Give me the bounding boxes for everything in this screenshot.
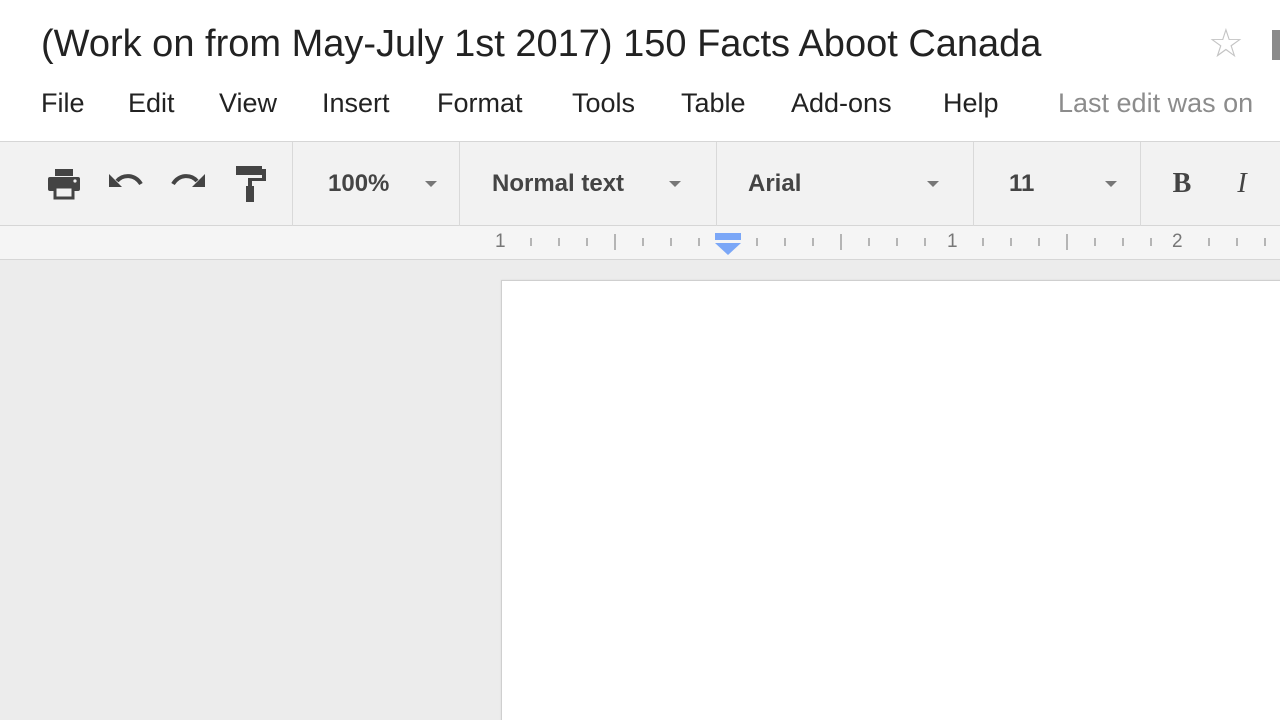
ruler-label: 2 [1172,231,1183,252]
ruler-tick [698,238,700,246]
italic-button[interactable]: I [1224,164,1260,204]
menu-table[interactable]: Table [681,84,746,122]
font-size-dropdown[interactable]: 11 [1009,164,1121,204]
toolbar-separator [459,142,460,226]
ruler-tick [1094,238,1096,246]
ruler-tick [840,234,842,250]
docs-app: (Work on from May-July 1st 2017) 150 Fac… [0,0,1280,720]
menu-view[interactable]: View [219,84,277,122]
zoom-value: 100% [328,170,390,197]
font-family-value: Arial [748,170,802,197]
menu-format[interactable]: Format [437,84,523,122]
paragraph-style-value: Normal text [492,170,625,197]
font-size-value: 11 [1009,170,1035,197]
paragraph-style-dropdown[interactable]: Normal text [492,164,684,204]
ruler-label: 1 [947,231,958,252]
ruler-tick [1150,238,1152,246]
ruler-tick [924,238,926,246]
chevron-down-icon [669,181,681,187]
ruler-label: 1 [495,231,506,252]
menu-bar: File Edit View Insert Format Tools Table… [0,84,1280,124]
last-edit-link[interactable]: Last edit was on [1058,84,1253,122]
toolbar-separator [973,142,974,226]
ruler: 1 1 2 [0,226,1280,260]
undo-icon[interactable] [106,164,146,204]
indent-marker-icon[interactable] [714,232,742,256]
ruler-tick [756,238,758,246]
ruler-tick [530,238,532,246]
menu-edit[interactable]: Edit [128,84,175,122]
print-icon[interactable] [44,164,84,204]
ruler-tick [1236,238,1238,246]
toolbar-separator [292,142,293,226]
font-family-dropdown[interactable]: Arial [748,164,942,204]
ruler-tick [642,238,644,246]
ruler-tick [812,238,814,246]
ruler-tick [614,234,616,250]
ruler-tick [1264,238,1266,246]
ruler-tick [784,238,786,246]
ruler-tick [558,238,560,246]
ruler-tick [1010,238,1012,246]
paint-format-icon[interactable] [230,164,270,204]
menu-file[interactable]: File [41,84,85,122]
menu-insert[interactable]: Insert [322,84,390,122]
toolbar-separator [716,142,717,226]
ruler-tick [982,238,984,246]
menu-addons[interactable]: Add-ons [791,84,892,122]
ruler-tick [586,238,588,246]
ruler-tick [1038,238,1040,246]
ruler-tick [1066,234,1068,250]
document-page[interactable] [501,280,1280,720]
zoom-dropdown[interactable]: 100% [328,164,443,204]
menu-tools[interactable]: Tools [572,84,635,122]
document-title[interactable]: (Work on from May-July 1st 2017) 150 Fac… [41,20,1041,68]
star-icon[interactable]: ☆ [1208,22,1244,66]
redo-icon[interactable] [168,164,208,204]
toolbar: 100% Normal text Arial 11 B I [0,141,1280,226]
chevron-down-icon [927,181,939,187]
ruler-tick [1122,238,1124,246]
document-canvas [0,260,1280,720]
ruler-tick [1208,238,1210,246]
toolbar-separator [1140,142,1141,226]
ruler-tick [670,238,672,246]
ruler-tick [896,238,898,246]
chevron-down-icon [1105,181,1117,187]
bold-button[interactable]: B [1164,164,1200,204]
move-to-folder-icon[interactable] [1272,30,1280,60]
menu-help[interactable]: Help [943,84,999,122]
ruler-tick [868,238,870,246]
chevron-down-icon [425,181,437,187]
